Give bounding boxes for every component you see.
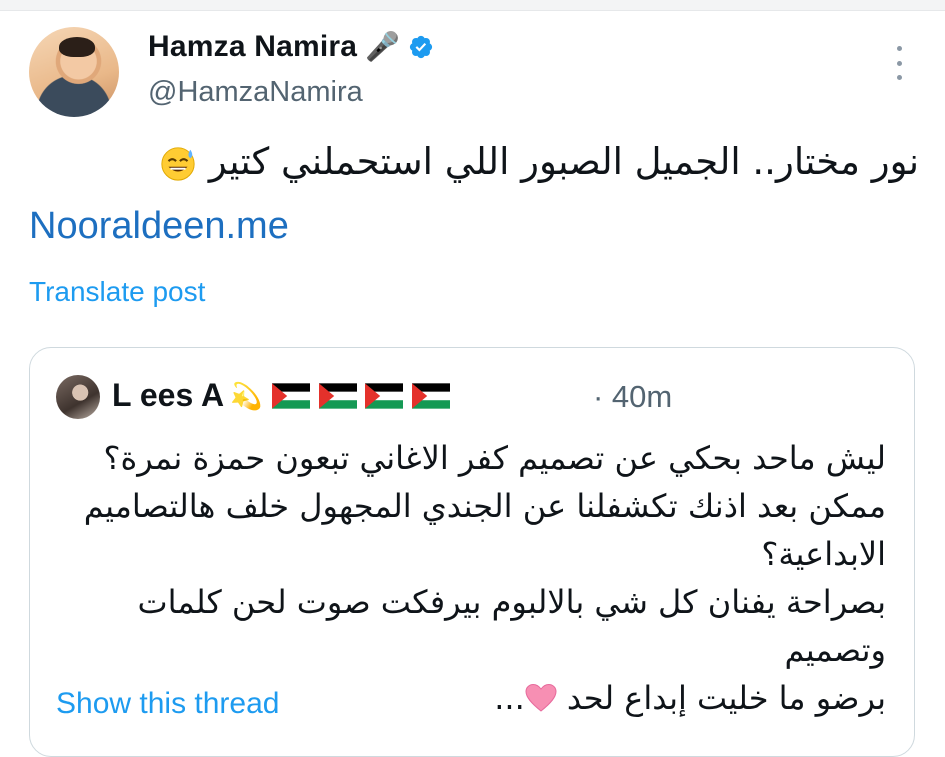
palestine-flag-icon <box>365 382 404 409</box>
author-display-name[interactable]: Hamza Namira <box>148 30 357 64</box>
microphone-icon: 🎤 <box>365 31 401 62</box>
verified-badge-icon[interactable] <box>408 34 434 60</box>
palestine-flag-icon <box>411 382 450 409</box>
avatar-hair <box>59 37 95 57</box>
quoted-author-avatar[interactable] <box>56 375 100 419</box>
window-top-edge <box>0 0 945 11</box>
flags-group <box>268 382 450 409</box>
quoted-ellipsis: ... <box>494 679 525 717</box>
translate-post-link[interactable]: Translate post <box>29 276 205 308</box>
tweet-text: نور مختار.. الجميل الصبور اللي استحملني … <box>49 135 919 189</box>
author-avatar[interactable] <box>29 27 119 117</box>
author-handle[interactable]: @HamzaNamira <box>148 76 363 109</box>
quoted-author-row: L ees A 💫 <box>112 377 450 414</box>
show-thread-link[interactable]: Show this thread <box>56 687 279 721</box>
author-name-row: Hamza Namira 🎤 <box>148 30 434 64</box>
quoted-body: ليش ماحد بحكي عن تصميم كفر الاغاني تبعون… <box>83 439 886 717</box>
dizzy-emoji-icon: 💫 <box>230 380 263 411</box>
pink-heart-icon <box>525 683 557 712</box>
palestine-flag-icon <box>318 382 357 409</box>
quoted-tweet-text: ليش ماحد بحكي عن تصميم كفر الاغاني تبعون… <box>46 434 886 722</box>
more-vertical-icon[interactable] <box>892 46 906 80</box>
face-with-sweat-emoji-icon <box>161 147 195 181</box>
tweet-link[interactable]: Nooraldeen.me <box>29 205 289 248</box>
palestine-flag-icon <box>272 382 311 409</box>
quoted-tweet-card[interactable]: L ees A 💫 · 40m ليش ماحد بحكي عن تصميم ك… <box>29 347 915 757</box>
quoted-timestamp[interactable]: · 40m <box>593 379 672 415</box>
tweet-body: نور مختار.. الجميل الصبور اللي استحملني … <box>208 140 919 183</box>
quoted-author-name[interactable]: L ees A <box>112 377 224 414</box>
